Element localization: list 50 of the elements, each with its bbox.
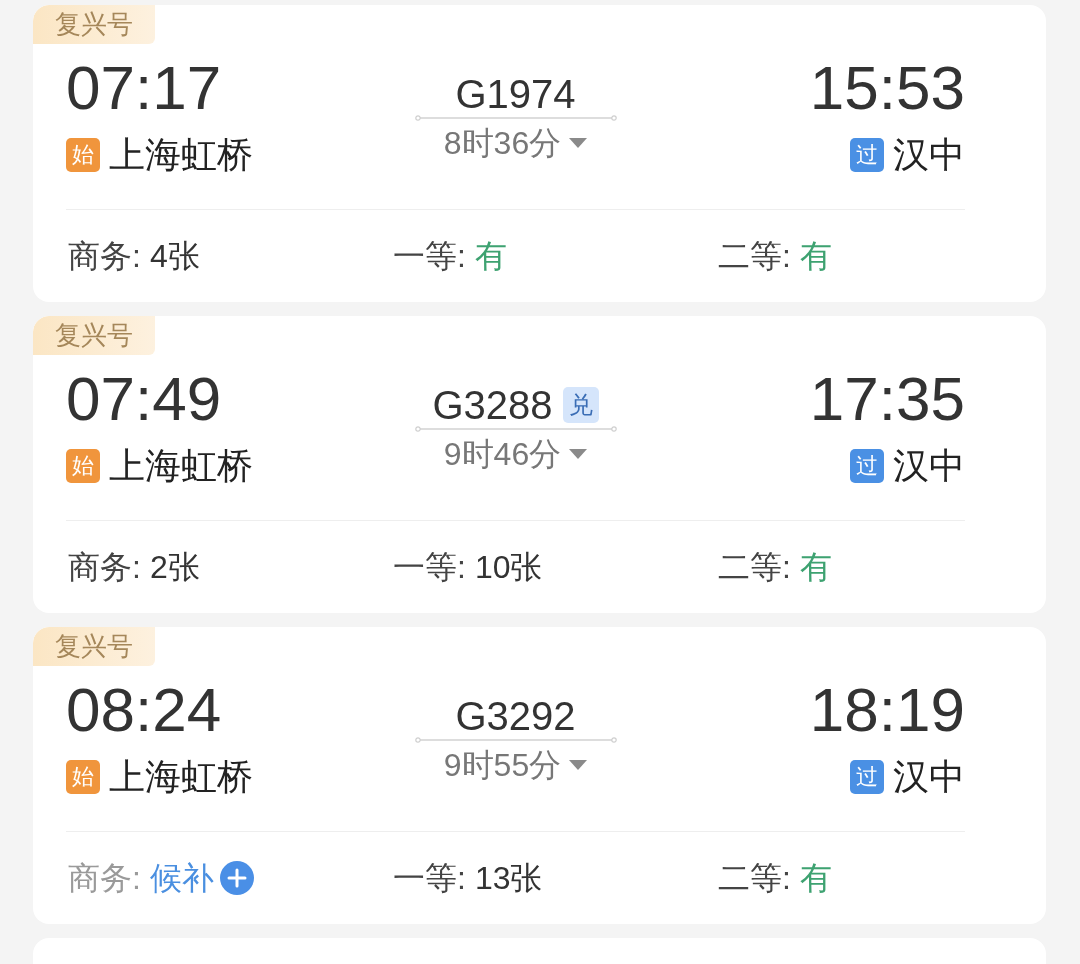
arrival-time: 17:35 bbox=[809, 368, 965, 430]
seat-availability: 有 bbox=[799, 548, 832, 587]
station-name: 汉中 bbox=[893, 136, 965, 174]
seat-availability: 2张 bbox=[149, 548, 200, 587]
station-name: 上海虹桥 bbox=[109, 758, 253, 796]
duration-button[interactable]: 9时46分 bbox=[443, 436, 588, 472]
station-name: 上海虹桥 bbox=[109, 136, 253, 174]
departure-time: 08:24 bbox=[66, 679, 222, 741]
seat-availability: 4张 bbox=[149, 237, 200, 276]
redeem-tag: 兑 bbox=[562, 387, 599, 423]
station-name: 汉中 bbox=[893, 447, 965, 485]
train-number: G3288 bbox=[432, 383, 553, 427]
train-card[interactable]: 复兴号 08:24 始 上海虹桥 G3292 9时55分 18:19 过 汉中 商务: 候补 一等: 13张 二等: 有 bbox=[33, 627, 1046, 924]
seat-availability: 有 bbox=[799, 237, 832, 276]
departure-time: 07:17 bbox=[66, 57, 222, 119]
train-card[interactable]: 复兴号 07:17 始 上海虹桥 G1974 8时36分 15:53 过 汉中 商务: 4张 一等: 有 二等: 有 bbox=[33, 5, 1046, 302]
station-type-tag: 始 bbox=[66, 760, 100, 794]
seat-availability: 有 bbox=[474, 237, 507, 276]
train-number: G3292 bbox=[455, 694, 576, 738]
station-type-tag: 始 bbox=[66, 449, 100, 483]
train-type-tag: 复兴号 bbox=[33, 627, 155, 666]
plus-icon bbox=[219, 861, 254, 895]
seat-class-label: 一等: bbox=[393, 859, 466, 898]
train-number: G1974 bbox=[455, 72, 576, 116]
seat-class-label: 二等: bbox=[718, 548, 791, 587]
duration-button[interactable]: 8时36分 bbox=[443, 125, 588, 161]
seat-class-label: 二等: bbox=[718, 859, 791, 898]
station-type-tag: 过 bbox=[850, 449, 884, 483]
station-name: 汉中 bbox=[893, 758, 965, 796]
train-card[interactable]: 复兴号 07:49 始 上海虹桥 G3288 兑 9时46分 17:35 过 汉中 商务: 2张 一等: 10张 二等: 有 bbox=[33, 316, 1046, 613]
seat-class-label: 二等: bbox=[718, 237, 791, 276]
seat-class-label: 一等: bbox=[393, 548, 466, 587]
station-type-tag: 过 bbox=[850, 760, 884, 794]
train-type-tag: 复兴号 bbox=[33, 316, 155, 355]
station-type-tag: 始 bbox=[66, 138, 100, 172]
arrival-time: 18:19 bbox=[809, 679, 965, 741]
seat-availability: 10张 bbox=[474, 548, 543, 587]
station-type-tag: 过 bbox=[850, 138, 884, 172]
seat-class-label: 商务: bbox=[68, 859, 141, 898]
train-type-tag: 复兴号 bbox=[33, 5, 155, 44]
departure-time: 07:49 bbox=[66, 368, 222, 430]
arrival-time: 15:53 bbox=[809, 57, 965, 119]
duration-button[interactable]: 9时55分 bbox=[443, 747, 588, 783]
seat-class-label: 商务: bbox=[68, 548, 141, 587]
seat-class-label: 一等: bbox=[393, 237, 466, 276]
seat-availability: 有 bbox=[799, 859, 832, 898]
seat-availability: 13张 bbox=[474, 859, 543, 898]
waitlist-button[interactable]: 候补 bbox=[149, 858, 254, 898]
station-name: 上海虹桥 bbox=[109, 447, 253, 485]
seat-class-label: 商务: bbox=[68, 237, 141, 276]
